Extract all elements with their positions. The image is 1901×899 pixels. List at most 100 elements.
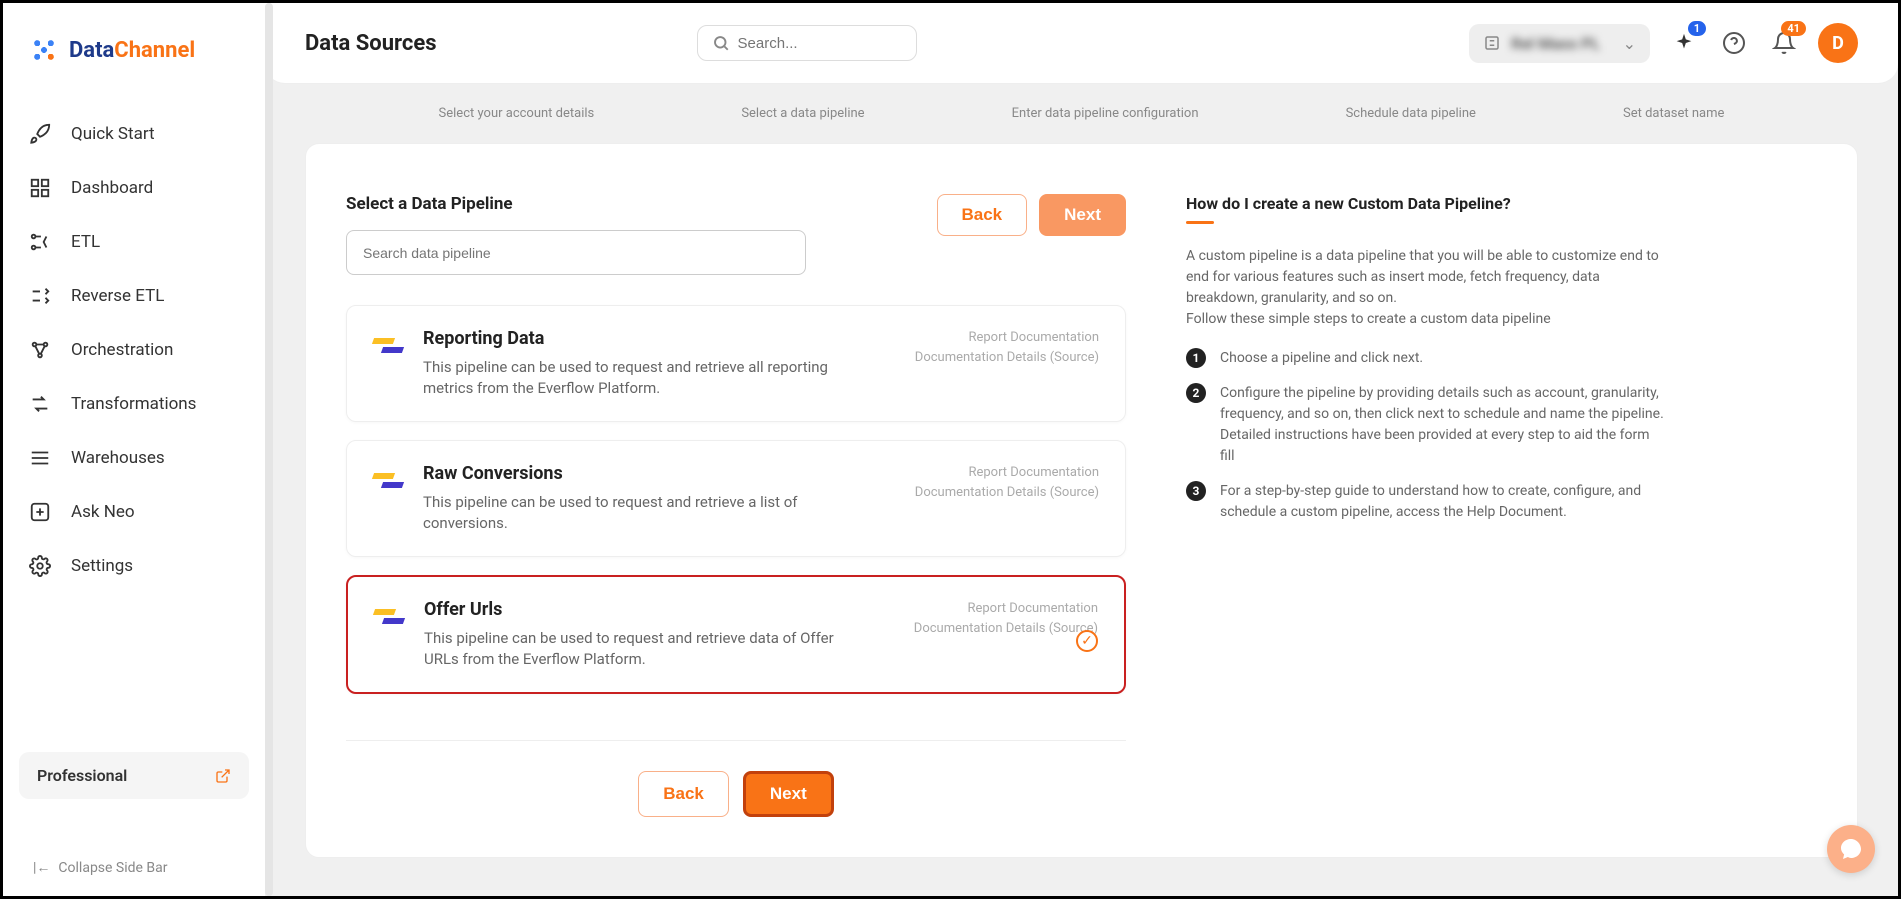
sidebar-item-settings[interactable]: Settings xyxy=(3,539,265,593)
doc-details-link[interactable]: Documentation Details (Source) xyxy=(915,483,1099,503)
sidebar-item-label: Reverse ETL xyxy=(71,286,164,306)
gear-icon xyxy=(29,555,51,577)
logo-text: DataChannel xyxy=(69,38,195,63)
pipeline-links: Report Documentation Documentation Detai… xyxy=(915,328,1099,399)
pipeline-title: Reporting Data xyxy=(423,328,895,349)
back-button-bottom[interactable]: Back xyxy=(638,771,729,817)
help-title: How do I create a new Custom Data Pipeli… xyxy=(1186,194,1666,213)
step-label: Set dataset name xyxy=(1623,106,1724,121)
sidebar-nav: Quick Start Dashboard ETL Reverse ETL Or… xyxy=(3,87,265,732)
etl-icon xyxy=(29,231,51,253)
plan-badge[interactable]: Professional xyxy=(19,752,249,799)
pipeline-title: Raw Conversions xyxy=(423,463,895,484)
sidebar-item-warehouses[interactable]: Warehouses xyxy=(3,431,265,485)
plan-label: Professional xyxy=(37,766,127,785)
orchestration-icon xyxy=(29,339,51,361)
report-doc-link[interactable]: Report Documentation xyxy=(915,463,1099,483)
warehouses-icon xyxy=(29,447,51,469)
sidebar-item-orchestration[interactable]: Orchestration xyxy=(3,323,265,377)
content-card: Select a Data Pipeline Back Next xyxy=(305,143,1858,858)
chevron-down-icon: ⌄ xyxy=(1623,34,1636,53)
doc-details-link[interactable]: Documentation Details (Source) xyxy=(914,619,1098,639)
global-search-input[interactable] xyxy=(738,35,902,52)
logo: DataChannel xyxy=(3,3,265,87)
sparkle-button[interactable]: 1 xyxy=(1668,27,1700,59)
sidebar-item-label: Dashboard xyxy=(71,178,153,198)
external-link-icon xyxy=(215,768,231,784)
step-text: Configure the pipeline by providing deta… xyxy=(1220,383,1666,467)
sidebar-item-label: Settings xyxy=(71,556,133,576)
selected-check-icon: ✓ xyxy=(1076,630,1098,652)
notifications-badge: 41 xyxy=(1781,21,1806,36)
help-steps: 1 Choose a pipeline and click next. 2 Co… xyxy=(1186,348,1666,523)
help-underline xyxy=(1186,221,1214,224)
help-panel: How do I create a new Custom Data Pipeli… xyxy=(1186,194,1666,817)
pipeline-search-input[interactable] xyxy=(363,245,789,261)
pipeline-card-reporting-data[interactable]: Reporting Data This pipeline can be used… xyxy=(346,305,1126,422)
help-step: 3 For a step-by-step guide to understand… xyxy=(1186,481,1666,523)
step-label: Enter data pipeline configuration xyxy=(1012,106,1199,121)
grid-icon xyxy=(29,177,51,199)
sidebar-item-label: Warehouses xyxy=(71,448,165,468)
sparkle-badge: 1 xyxy=(1688,21,1706,36)
sidebar-item-ask-neo[interactable]: Ask Neo xyxy=(3,485,265,539)
collapse-icon: |← xyxy=(33,859,50,876)
pipeline-search[interactable] xyxy=(346,230,806,275)
back-button[interactable]: Back xyxy=(937,194,1028,236)
step-label: Schedule data pipeline xyxy=(1346,106,1476,121)
pipeline-desc: This pipeline can be used to request and… xyxy=(423,492,833,534)
sidebar-item-label: Quick Start xyxy=(71,124,155,144)
pipeline-desc: This pipeline can be used to request and… xyxy=(424,628,834,670)
help-button[interactable] xyxy=(1718,27,1750,59)
sidebar-item-reverse-etl[interactable]: Reverse ETL xyxy=(3,269,265,323)
pipeline-icon xyxy=(373,465,403,495)
logo-icon xyxy=(27,33,61,67)
global-search[interactable] xyxy=(697,25,917,61)
pipeline-card-raw-conversions[interactable]: Raw Conversions This pipeline can be use… xyxy=(346,440,1126,557)
report-doc-link[interactable]: Report Documentation xyxy=(914,599,1098,619)
chat-fab[interactable] xyxy=(1827,825,1875,873)
collapse-sidebar[interactable]: |← Collapse Side Bar xyxy=(3,849,265,896)
help-step: 1 Choose a pipeline and click next. xyxy=(1186,348,1666,369)
pipeline-links: Report Documentation Documentation Detai… xyxy=(915,463,1099,534)
sidebar-item-transformations[interactable]: Transformations xyxy=(3,377,265,431)
sidebar-item-label: Ask Neo xyxy=(71,502,135,522)
bottom-nav: Back Next xyxy=(346,771,1126,817)
step-text: Choose a pipeline and click next. xyxy=(1220,348,1423,369)
pipeline-desc: This pipeline can be used to request and… xyxy=(423,357,833,399)
page-title: Data Sources xyxy=(305,31,437,56)
step-label: Select your account details xyxy=(439,106,595,121)
pipeline-title: Offer Urls xyxy=(424,599,894,620)
step-number: 2 xyxy=(1186,383,1206,403)
transformations-icon xyxy=(29,393,51,415)
main: Data Sources Rel Mass PL ⌄ 1 xyxy=(265,3,1898,896)
step-text: For a step-by-step guide to understand h… xyxy=(1220,481,1666,523)
next-button[interactable]: Next xyxy=(1039,194,1126,236)
doc-details-link[interactable]: Documentation Details (Source) xyxy=(915,348,1099,368)
sidebar-item-dashboard[interactable]: Dashboard xyxy=(3,161,265,215)
sidebar-item-quickstart[interactable]: Quick Start xyxy=(3,107,265,161)
avatar[interactable]: D xyxy=(1818,23,1858,63)
org-selector[interactable]: Rel Mass PL ⌄ xyxy=(1469,24,1650,63)
help-step: 2 Configure the pipeline by providing de… xyxy=(1186,383,1666,467)
next-button-bottom[interactable]: Next xyxy=(743,771,834,817)
step-number: 3 xyxy=(1186,481,1206,501)
collapse-label: Collapse Side Bar xyxy=(58,860,167,876)
sidebar-item-etl[interactable]: ETL xyxy=(3,215,265,269)
pipeline-icon xyxy=(374,601,404,631)
sidebar-item-label: ETL xyxy=(71,232,100,252)
help-intro: A custom pipeline is a data pipeline tha… xyxy=(1186,246,1666,330)
pipeline-card-offer-urls[interactable]: Offer Urls This pipeline can be used to … xyxy=(346,575,1126,694)
rocket-icon xyxy=(29,123,51,145)
org-name: Rel Mass PL xyxy=(1511,34,1600,53)
section-title: Select a Data Pipeline xyxy=(346,194,806,214)
topbar: Data Sources Rel Mass PL ⌄ 1 xyxy=(265,3,1898,84)
wizard-steps: Select your account details Select a dat… xyxy=(265,84,1898,143)
notifications-button[interactable]: 41 xyxy=(1768,27,1800,59)
sidebar: DataChannel Quick Start Dashboard ETL Re… xyxy=(3,3,265,896)
step-number: 1 xyxy=(1186,348,1206,368)
report-doc-link[interactable]: Report Documentation xyxy=(915,328,1099,348)
reverse-etl-icon xyxy=(29,285,51,307)
org-icon xyxy=(1483,34,1501,52)
search-icon xyxy=(712,34,730,52)
